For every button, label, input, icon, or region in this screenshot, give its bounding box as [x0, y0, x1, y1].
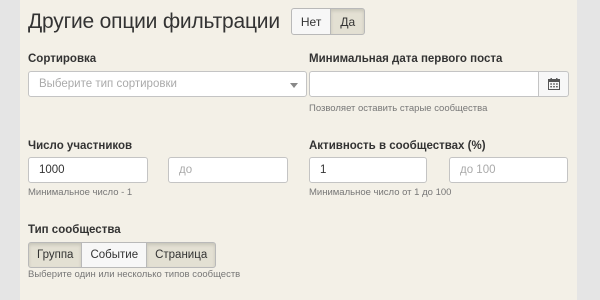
- min-date-label: Минимальная дата первого поста: [309, 53, 503, 65]
- community-type-label: Тип сообщества: [28, 224, 121, 236]
- filter-toggle: Нет Да: [290, 8, 366, 35]
- type-group-button[interactable]: Группа: [28, 242, 83, 268]
- sort-label: Сортировка: [28, 53, 97, 65]
- sort-placeholder: Выберите тип сортировки: [39, 78, 177, 90]
- calendar-icon: [547, 78, 560, 90]
- sort-select[interactable]: Выберите тип сортировки: [28, 71, 307, 97]
- type-page-button[interactable]: Страница: [146, 242, 217, 268]
- header-row: Другие опции фильтрации Нет Да: [28, 8, 366, 35]
- page-title: Другие опции фильтрации: [28, 9, 280, 33]
- toggle-no-button[interactable]: Нет: [290, 8, 332, 35]
- type-event-button[interactable]: Событие: [81, 242, 148, 268]
- community-type-group: Группа Событие Страница: [28, 242, 217, 268]
- calendar-button[interactable]: [538, 71, 569, 97]
- members-label: Число участников: [28, 140, 133, 152]
- activity-max-input[interactable]: до 100: [449, 157, 568, 183]
- min-date-help: Позволяет оставить старые сообщества: [309, 103, 488, 114]
- min-date-input[interactable]: [309, 71, 539, 97]
- filter-panel: Другие опции фильтрации Нет Да Сортировк…: [20, 0, 577, 300]
- community-type-help: Выберите один или несколько типов сообще…: [28, 269, 241, 280]
- toggle-yes-button[interactable]: Да: [330, 8, 366, 35]
- members-help: Минимальное число - 1: [28, 187, 133, 198]
- activity-help: Минимальное число от 1 до 100: [309, 187, 452, 198]
- members-min-input[interactable]: 1000: [28, 157, 148, 183]
- activity-label: Активность в сообществах (%): [309, 140, 486, 152]
- activity-min-input[interactable]: 1: [309, 157, 427, 183]
- chevron-down-icon: [290, 83, 298, 88]
- members-max-input[interactable]: до: [168, 157, 288, 183]
